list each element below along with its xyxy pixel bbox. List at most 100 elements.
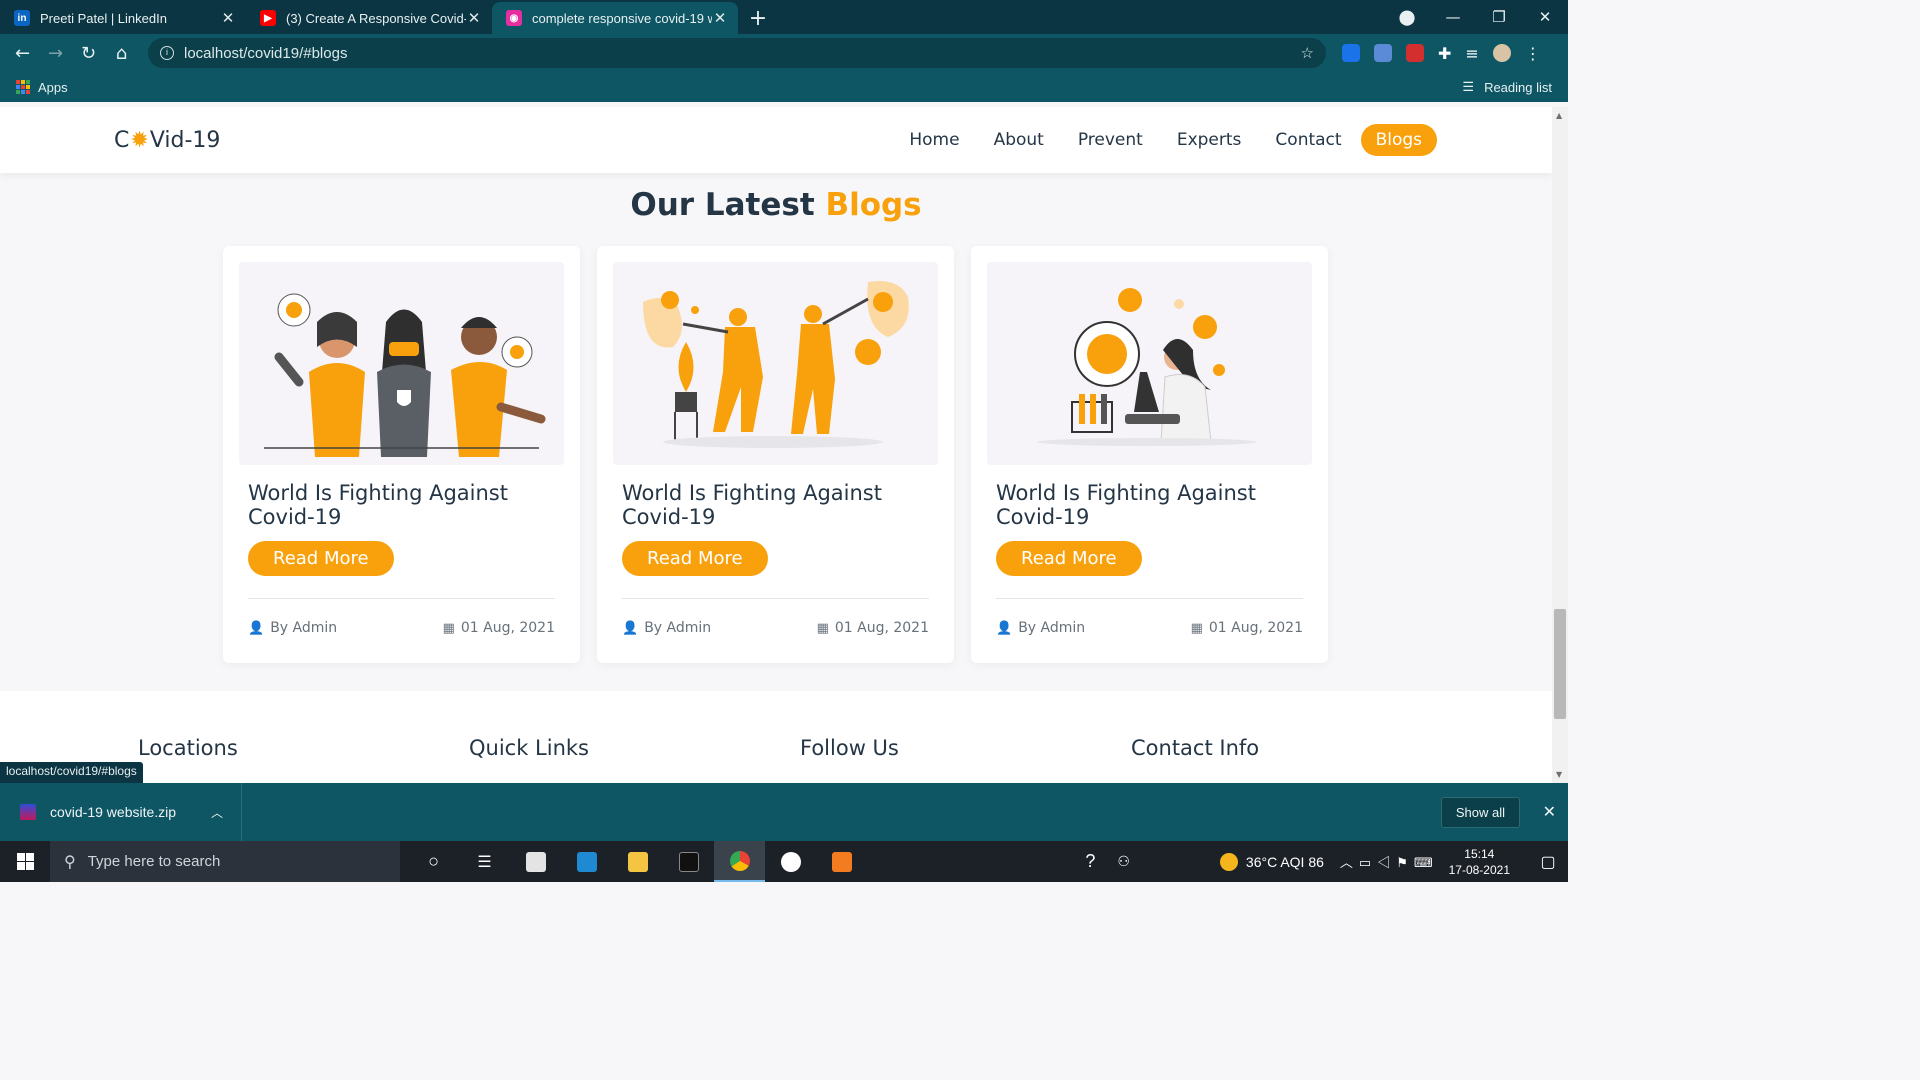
close-icon[interactable]: ✕: [1543, 802, 1556, 822]
close-icon[interactable]: ✕: [220, 9, 236, 27]
bookmark-star-icon[interactable]: ☆: [1301, 44, 1314, 62]
show-all-button[interactable]: Show all: [1440, 796, 1520, 828]
search-icon: ⚲: [64, 853, 76, 871]
footer-follow-us: Follow Us: [800, 736, 899, 760]
chrome-icon: [729, 850, 750, 871]
help-icon[interactable]: ?: [1085, 851, 1095, 872]
vscode-icon: [576, 851, 597, 872]
task-view-icon: ☰: [477, 853, 492, 871]
weather-widget[interactable]: 36°C AQI 86: [1219, 852, 1324, 871]
word-app[interactable]: [765, 841, 816, 882]
linkedin-icon: in: [14, 10, 30, 26]
nav-contact[interactable]: Contact: [1260, 124, 1356, 156]
section-heading: Our Latest Blogs: [0, 187, 1552, 223]
tab-active-covid-site[interactable]: ◉ complete responsive covid-19 we ✕: [492, 2, 738, 34]
notification-icon[interactable]: ▢: [1528, 852, 1568, 872]
page-scrollbar[interactable]: ▲ ▼: [1552, 107, 1568, 783]
author-text: By Admin: [644, 620, 712, 636]
dropbox-extension-icon[interactable]: [1374, 44, 1392, 62]
scientist-microscope-illustration: [987, 262, 1312, 465]
scrollbar-thumb[interactable]: [1554, 609, 1566, 719]
nav-blogs[interactable]: Blogs: [1360, 124, 1437, 156]
nav-prevent[interactable]: Prevent: [1063, 124, 1158, 156]
people-icon[interactable]: ⚇: [1117, 853, 1130, 870]
avatar[interactable]: [1492, 44, 1511, 62]
divider: [622, 598, 929, 599]
tray-icons[interactable]: ︿▭◁⚑⌨: [1340, 852, 1439, 871]
main-nav: Home About Prevent Experts Contact Blogs: [894, 124, 1437, 156]
address-bar[interactable]: i localhost/covid19/#blogs ☆: [148, 38, 1326, 68]
start-button[interactable]: [0, 853, 50, 870]
reload-button[interactable]: ↻: [72, 43, 105, 64]
blog-date: ▦ 01 Aug, 2021: [443, 620, 555, 636]
tab-youtube[interactable]: ▶ (3) Create A Responsive Covid-19 ✕: [246, 2, 492, 34]
blog-card: World Is Fighting Against Covid-19 Read …: [971, 246, 1328, 663]
windows-taskbar: ⚲ Type here to search ○ ☰ ? ⚇ 36°C AQI 8…: [0, 841, 1568, 882]
sublime-app[interactable]: [816, 841, 867, 882]
read-more-button[interactable]: Read More: [622, 541, 768, 576]
minimize-button[interactable]: —: [1430, 8, 1476, 26]
reading-list-label: Reading list: [1484, 79, 1552, 95]
folder-icon: [627, 851, 648, 872]
scroll-down-icon[interactable]: ▼: [1556, 770, 1562, 779]
read-more-button[interactable]: Read More: [248, 541, 394, 576]
reading-list-icon: ☰: [1462, 79, 1475, 94]
tab-linkedin[interactable]: in Preeti Patel | LinkedIn ✕: [0, 2, 246, 34]
site-footer: Locations Quick Links Follow Us Contact …: [0, 691, 1552, 783]
site-info-icon[interactable]: i: [160, 46, 174, 60]
read-more-button[interactable]: Read More: [996, 541, 1142, 576]
nav-home[interactable]: Home: [894, 124, 974, 156]
nav-about[interactable]: About: [979, 124, 1059, 156]
home-button[interactable]: ⌂: [105, 43, 138, 64]
back-button[interactable]: ←: [6, 43, 39, 64]
store-app[interactable]: [510, 841, 561, 882]
blog-date: ▦ 01 Aug, 2021: [817, 620, 929, 636]
sublime-icon: [831, 851, 852, 872]
close-icon[interactable]: ✕: [712, 9, 728, 27]
tab-title: Preeti Patel | LinkedIn: [40, 10, 167, 26]
system-tray: ? ⚇ 36°C AQI 86 ︿▭◁⚑⌨ 15:14 17-08-2021 ▢: [1085, 841, 1568, 882]
apps-link[interactable]: Apps: [38, 80, 68, 95]
apps-grid-icon: [16, 80, 30, 94]
site-logo[interactable]: C ✹ Vid-19: [114, 128, 220, 153]
chrome-app[interactable]: [714, 841, 765, 882]
puzzle-icon[interactable]: ✚: [1438, 44, 1451, 63]
vscode-app[interactable]: [561, 841, 612, 882]
forward-button[interactable]: →: [39, 43, 72, 64]
close-window-button[interactable]: ✕: [1522, 8, 1568, 26]
footer-heading: Contact Info: [1131, 736, 1260, 760]
close-icon[interactable]: ✕: [466, 9, 482, 27]
reading-list-button[interactable]: ☰ Reading list: [1462, 79, 1552, 95]
scroll-up-icon[interactable]: ▲: [1556, 111, 1562, 120]
profile-menu-icon[interactable]: ⬤: [1384, 8, 1430, 26]
footer-heading: Quick Links: [469, 736, 590, 760]
logo-text-suffix: Vid-19: [149, 127, 221, 153]
clock[interactable]: 15:14 17-08-2021: [1449, 846, 1510, 878]
terminal-app[interactable]: [663, 841, 714, 882]
cortana-button[interactable]: ○: [408, 841, 459, 882]
page-viewport: C ✹ Vid-19 Home About Prevent Experts Co…: [0, 107, 1552, 783]
footer-locations: Locations: [138, 736, 238, 760]
virus-icon: ✹: [130, 127, 149, 153]
task-view-button[interactable]: ☰: [459, 841, 510, 882]
taskbar-search[interactable]: ⚲ Type here to search: [50, 841, 400, 882]
nav-experts[interactable]: Experts: [1162, 124, 1257, 156]
maximize-button[interactable]: ❐: [1476, 8, 1522, 26]
kebab-menu-icon[interactable]: ⋮: [1525, 44, 1541, 63]
new-tab-button[interactable]: +: [738, 2, 778, 34]
download-item[interactable]: covid-19 website.zip ︿: [0, 783, 242, 841]
file-explorer-app[interactable]: [612, 841, 663, 882]
blog-card: World Is Fighting Against Covid-19 Read …: [597, 246, 954, 663]
tab-title: (3) Create A Responsive Covid-19: [286, 10, 466, 26]
blog-title: World Is Fighting Against Covid-19: [622, 481, 882, 529]
weather-text: 36°C AQI 86: [1245, 853, 1324, 870]
media-control-icon[interactable]: ≡: [1465, 44, 1478, 63]
pdf-extension-icon[interactable]: [1406, 44, 1424, 62]
windows-logo-icon: [16, 853, 34, 870]
clock-date: 17-08-2021: [1448, 862, 1510, 877]
user-icon: 👤: [622, 621, 639, 636]
chevron-up-icon[interactable]: ︿: [211, 804, 223, 821]
shield-extension-icon[interactable]: [1342, 44, 1360, 62]
status-bar-url: localhost/covid19/#blogs: [0, 762, 143, 783]
logo-text-prefix: C: [114, 127, 130, 153]
